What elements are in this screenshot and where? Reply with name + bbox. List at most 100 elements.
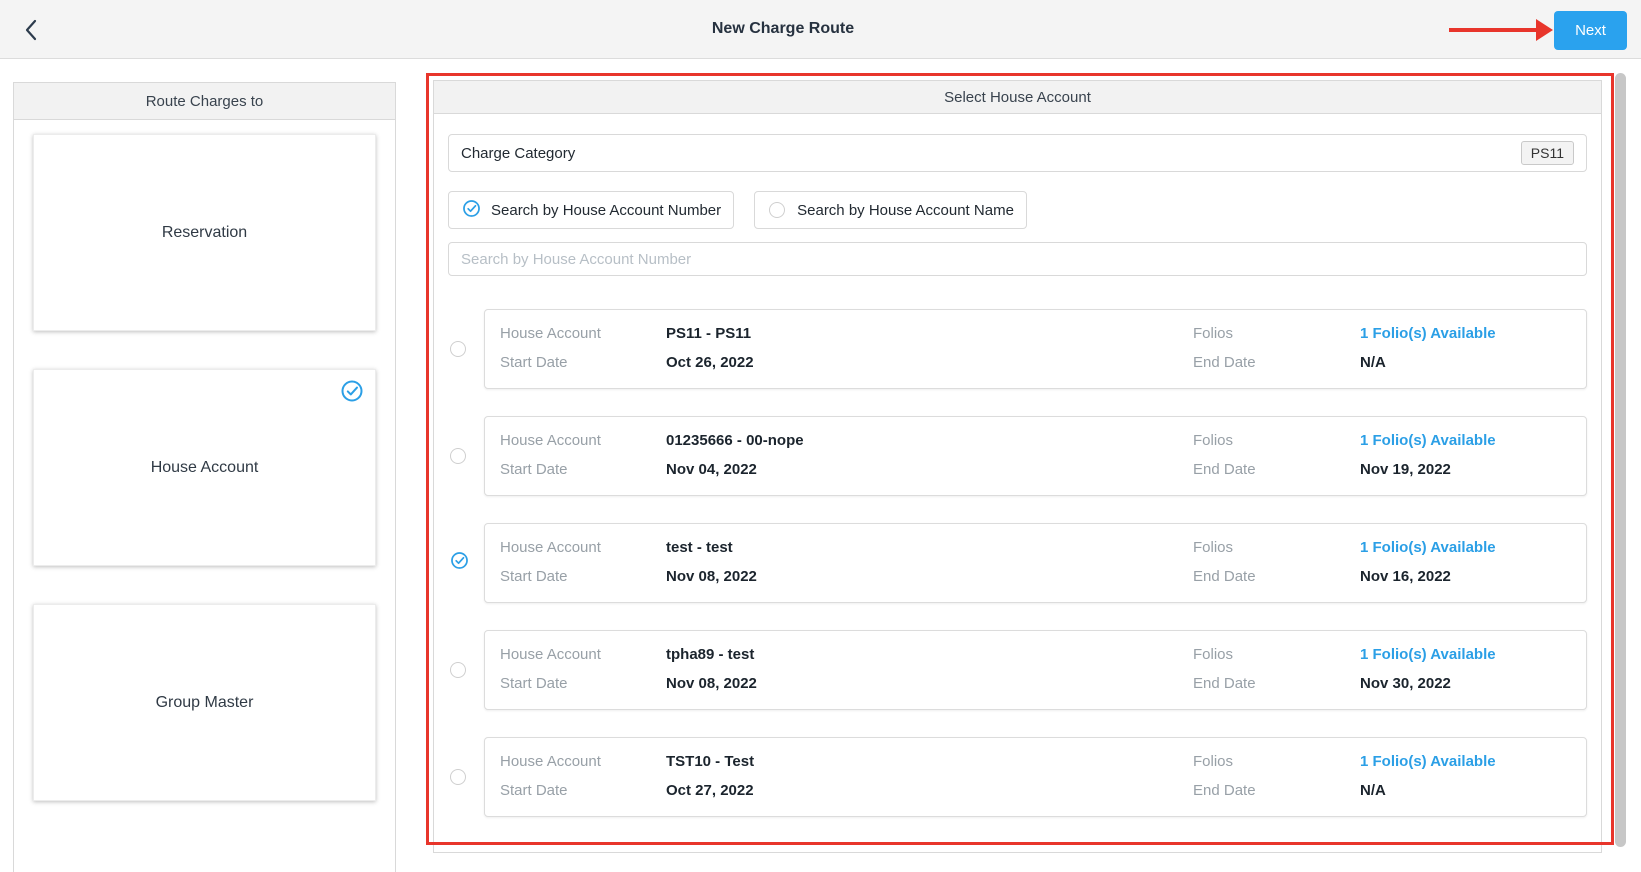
house-account-radio[interactable] [448, 553, 484, 573]
radio-unchecked-icon [769, 202, 785, 218]
account-card-row: Start Date Oct 26, 2022 End Date N/A [500, 354, 1586, 371]
house-account-row: House Account PS11 - PS11 Folios 1 Folio… [448, 309, 1587, 389]
route-charges-panel-title: Route Charges to [14, 83, 395, 120]
route-target-label: House Account [151, 459, 259, 477]
radio-checked-icon [450, 551, 469, 575]
folios-available-link[interactable]: 1 Folio(s) Available [1360, 539, 1586, 556]
end-date-label: End Date [1193, 568, 1360, 585]
house-account-row: House Account TST10 - Test Folios 1 Foli… [448, 737, 1587, 817]
end-date-value: Nov 19, 2022 [1360, 461, 1586, 478]
select-house-account-title: Select House Account [434, 81, 1601, 114]
account-card-row: Start Date Nov 08, 2022 End Date Nov 16,… [500, 568, 1586, 585]
annotation-arrow-icon [1536, 19, 1553, 41]
radio-unchecked-icon [450, 769, 466, 785]
search-mode-row: Search by House Account Number Search by… [448, 191, 1587, 229]
house-account-card[interactable]: House Account test - test Folios 1 Folio… [484, 523, 1587, 603]
house-account-row: House Account test - test Folios 1 Folio… [448, 523, 1587, 603]
search-mode-label: Search by House Account Number [491, 202, 721, 219]
folios-label: Folios [1193, 539, 1360, 556]
back-button[interactable] [14, 13, 48, 47]
house-account-value: tpha89 - test [666, 646, 1193, 663]
account-card-row: House Account 01235666 - 00-nope Folios … [500, 432, 1586, 449]
account-card-row: Start Date Nov 04, 2022 End Date Nov 19,… [500, 461, 1586, 478]
radio-unchecked-icon [450, 448, 466, 464]
house-account-card[interactable]: House Account TST10 - Test Folios 1 Foli… [484, 737, 1587, 817]
radio-indicator[interactable] [767, 200, 787, 220]
charge-category-value-chip: PS11 [1521, 141, 1574, 165]
house-account-label: House Account [500, 753, 666, 770]
house-account-value: 01235666 - 00-nope [666, 432, 1193, 449]
folios-available-link[interactable]: 1 Folio(s) Available [1360, 432, 1586, 449]
house-account-card[interactable]: House Account 01235666 - 00-nope Folios … [484, 416, 1587, 496]
radio-unchecked-icon [450, 341, 466, 357]
folios-available-link[interactable]: 1 Folio(s) Available [1360, 325, 1586, 342]
house-account-radio[interactable] [448, 660, 484, 680]
vertical-scrollbar-thumb[interactable] [1615, 73, 1626, 847]
charge-category-field[interactable]: Charge Category PS11 [448, 134, 1587, 172]
end-date-value: N/A [1360, 354, 1586, 371]
start-date-value: Oct 26, 2022 [666, 354, 1193, 371]
start-date-label: Start Date [500, 782, 666, 799]
end-date-value: N/A [1360, 782, 1586, 799]
house-account-label: House Account [500, 432, 666, 449]
next-button[interactable]: Next [1554, 11, 1627, 50]
folios-label: Folios [1193, 646, 1360, 663]
house-account-radio[interactable] [448, 446, 484, 466]
charge-category-label: Charge Category [461, 145, 1521, 162]
house-account-label: House Account [500, 646, 666, 663]
house-account-list: House Account PS11 - PS11 Folios 1 Folio… [448, 309, 1587, 817]
account-card-row: Start Date Nov 08, 2022 End Date Nov 30,… [500, 675, 1586, 692]
route-charges-options: Reservation House Account Group Master [14, 120, 395, 853]
folios-label: Folios [1193, 753, 1360, 770]
route-target-label: Group Master [156, 694, 254, 712]
start-date-value: Nov 08, 2022 [666, 568, 1193, 585]
search-mode-option[interactable]: Search by House Account Name [754, 191, 1027, 229]
page-title: New Charge Route [712, 20, 854, 38]
end-date-value: Nov 16, 2022 [1360, 568, 1586, 585]
house-account-row: House Account 01235666 - 00-nope Folios … [448, 416, 1587, 496]
house-account-value: TST10 - Test [666, 753, 1193, 770]
route-target-card[interactable]: House Account [33, 369, 376, 566]
end-date-label: End Date [1193, 782, 1360, 799]
folios-available-link[interactable]: 1 Folio(s) Available [1360, 646, 1586, 663]
start-date-value: Oct 27, 2022 [666, 782, 1193, 799]
start-date-value: Nov 04, 2022 [666, 461, 1193, 478]
house-account-label: House Account [500, 539, 666, 556]
account-card-row: Start Date Oct 27, 2022 End Date N/A [500, 782, 1586, 799]
account-card-row: House Account TST10 - Test Folios 1 Foli… [500, 753, 1586, 770]
house-account-value: PS11 - PS11 [666, 325, 1193, 342]
account-card-row: House Account tpha89 - test Folios 1 Fol… [500, 646, 1586, 663]
house-account-row: House Account tpha89 - test Folios 1 Fol… [448, 630, 1587, 710]
new-charge-route-screen: New Charge Route Next Route Charges to R… [0, 0, 1641, 853]
start-date-value: Nov 08, 2022 [666, 675, 1193, 692]
select-house-account-panel: Select House Account Charge Category PS1… [433, 80, 1602, 853]
annotation-arrow-line [1449, 28, 1540, 32]
radio-checked-icon [462, 199, 481, 222]
house-account-label: House Account [500, 325, 666, 342]
route-target-card[interactable]: Reservation [33, 134, 376, 331]
folios-label: Folios [1193, 325, 1360, 342]
account-card-row: House Account PS11 - PS11 Folios 1 Folio… [500, 325, 1586, 342]
chevron-left-icon [24, 19, 38, 41]
end-date-label: End Date [1193, 354, 1360, 371]
folios-available-link[interactable]: 1 Folio(s) Available [1360, 753, 1586, 770]
end-date-value: Nov 30, 2022 [1360, 675, 1586, 692]
radio-indicator[interactable] [461, 200, 481, 220]
route-charges-panel: Route Charges to Reservation House Accou… [13, 82, 396, 872]
radio-unchecked-icon [450, 662, 466, 678]
house-account-radio[interactable] [448, 339, 484, 359]
select-house-account-body: Charge Category PS11 Search by House Acc… [434, 134, 1601, 817]
check-circle-icon [340, 379, 364, 408]
route-target-card[interactable]: Group Master [33, 604, 376, 801]
search-input[interactable] [448, 242, 1587, 276]
end-date-label: End Date [1193, 461, 1360, 478]
start-date-label: Start Date [500, 675, 666, 692]
start-date-label: Start Date [500, 354, 666, 371]
house-account-radio[interactable] [448, 767, 484, 787]
house-account-card[interactable]: House Account PS11 - PS11 Folios 1 Folio… [484, 309, 1587, 389]
start-date-label: Start Date [500, 568, 666, 585]
house-account-value: test - test [666, 539, 1193, 556]
house-account-card[interactable]: House Account tpha89 - test Folios 1 Fol… [484, 630, 1587, 710]
search-mode-option[interactable]: Search by House Account Number [448, 191, 734, 229]
end-date-label: End Date [1193, 675, 1360, 692]
